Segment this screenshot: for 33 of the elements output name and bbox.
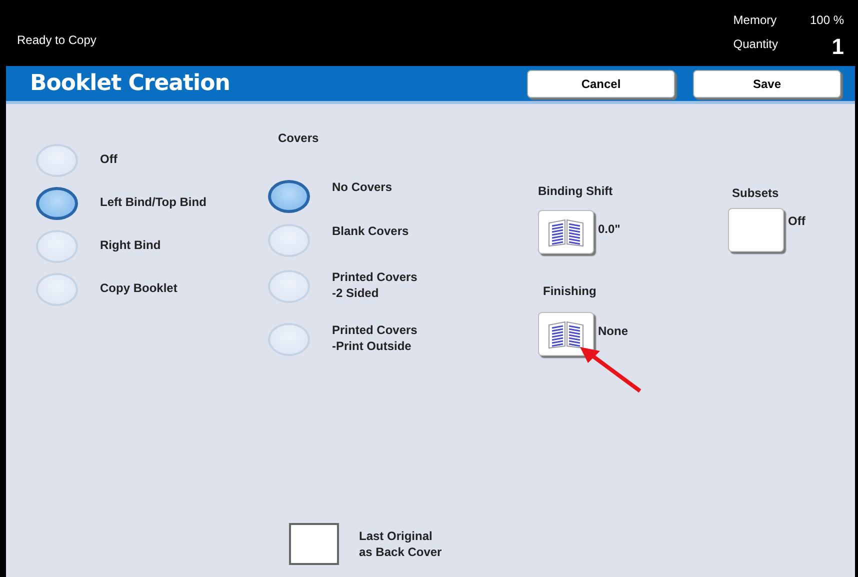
quantity-value: 1 xyxy=(830,37,844,57)
screen-title: Booklet Creation xyxy=(30,71,231,96)
finishing-heading: Finishing xyxy=(543,284,598,298)
radio-button[interactable] xyxy=(268,180,310,213)
cancel-button[interactable]: Cancel xyxy=(527,70,675,98)
booklet-icon xyxy=(546,319,586,349)
quantity-label: Quantity xyxy=(733,37,778,53)
status-message: Ready to Copy xyxy=(17,33,96,47)
covers-heading: Covers xyxy=(278,131,320,145)
finishing-button[interactable] xyxy=(538,312,594,356)
option-label: Off xyxy=(100,151,118,167)
option-label: Printed Covers -2 Sided xyxy=(332,269,418,301)
subsets-button[interactable] xyxy=(728,208,784,252)
save-button[interactable]: Save xyxy=(693,70,841,98)
option-label: Left Bind/Top Bind xyxy=(100,194,206,210)
memory-value: 100 % xyxy=(808,13,844,27)
option-label: Right Bind xyxy=(100,237,161,253)
memory-label: Memory xyxy=(733,13,778,27)
option-label: No Covers xyxy=(332,179,392,195)
finishing-value: None xyxy=(598,324,628,338)
option-label: Blank Covers xyxy=(332,223,409,239)
option-label: Copy Booklet xyxy=(100,280,178,296)
booklet-icon xyxy=(546,217,586,247)
binding-shift-heading: Binding Shift xyxy=(538,184,614,198)
subsets-value: Off xyxy=(788,214,806,228)
subsets-heading: Subsets xyxy=(732,186,780,200)
pointer-arrow xyxy=(578,345,644,395)
checkbox-label: Last Original as Back Cover xyxy=(359,528,442,560)
checkbox[interactable] xyxy=(289,523,339,565)
binding-shift-button[interactable] xyxy=(538,210,594,254)
option-label: Printed Covers -Print Outside xyxy=(332,322,418,354)
radio-button[interactable] xyxy=(36,187,78,220)
binding-shift-value: 0.0" xyxy=(598,222,620,236)
